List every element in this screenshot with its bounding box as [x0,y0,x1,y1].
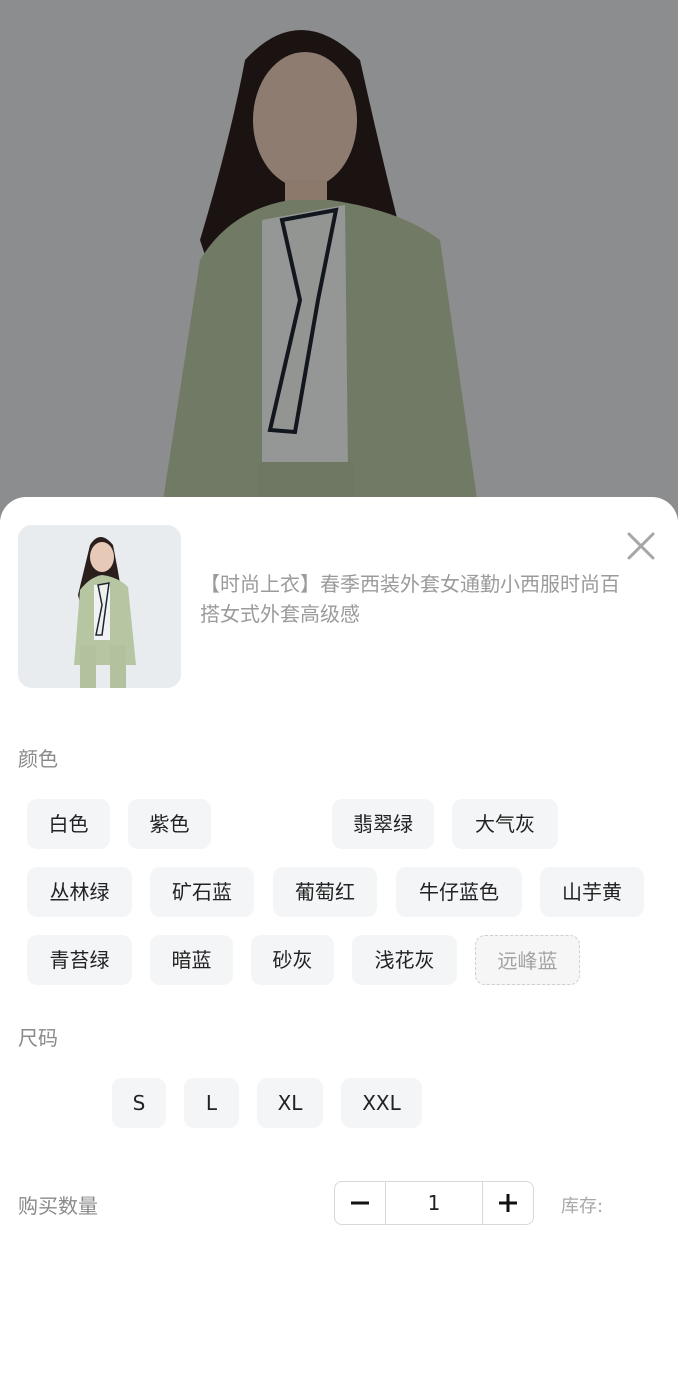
minus-icon[interactable] [335,1182,385,1224]
color-option[interactable]: 大气灰 [452,799,558,849]
quantity-value[interactable]: 1 [385,1182,483,1224]
color-option[interactable]: 砂灰 [251,935,334,985]
product-thumbnail [18,525,181,688]
color-option[interactable]: 青苔绿 [27,935,132,985]
size-option[interactable]: XL [257,1078,323,1128]
color-option[interactable]: 矿石蓝 [150,867,254,917]
quantity-stepper: 1 [334,1181,534,1225]
size-section-label: 尺码 [18,1026,58,1050]
color-option[interactable]: 白色 [27,799,110,849]
color-section-label: 颜色 [18,747,58,771]
color-option[interactable]: 牛仔蓝色 [396,867,522,917]
sku-selector-sheet: 【时尚上衣】春季西装外套女通勤小西服时尚百搭女式外套高级感 颜色 白色 紫色 翡… [0,497,678,1378]
stock-label: 库存: [561,1196,604,1217]
color-option[interactable]: 翡翠绿 [332,799,434,849]
quantity-label: 购买数量 [18,1194,98,1218]
color-option[interactable]: 山芋黄 [540,867,644,917]
close-icon[interactable] [622,527,660,565]
size-option[interactable]: XXL [341,1078,422,1128]
color-option[interactable]: 暗蓝 [150,935,233,985]
product-title: 【时尚上衣】春季西装外套女通勤小西服时尚百搭女式外套高级感 [200,572,620,626]
color-option[interactable]: 丛林绿 [27,867,132,917]
product-photo-icon [18,525,181,688]
size-option[interactable]: S [112,1078,166,1128]
color-option[interactable]: 葡萄红 [273,867,377,917]
size-option[interactable]: L [184,1078,239,1128]
background-product-photo [0,0,678,520]
plus-icon[interactable] [483,1182,533,1224]
color-option-unavailable: 远峰蓝 [475,935,580,985]
color-option[interactable]: 紫色 [128,799,211,849]
color-option[interactable]: 浅花灰 [352,935,457,985]
